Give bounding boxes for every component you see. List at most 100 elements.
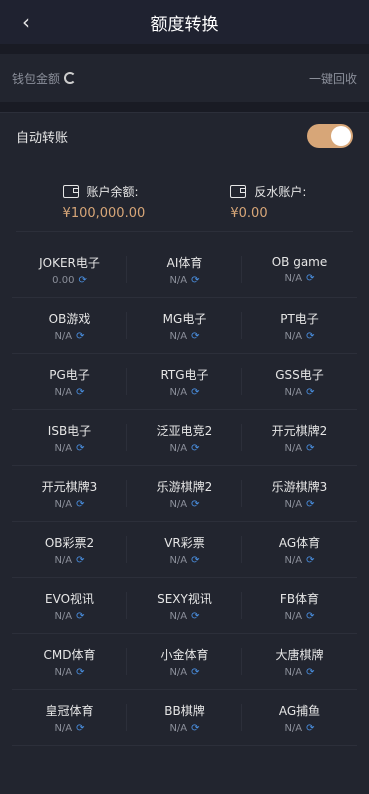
game-row: 皇冠体育 N/A ⟳ BB棋牌 N/A ⟳ AG捕鱼 N/A ⟳ — [12, 690, 357, 746]
sync-icon[interactable]: ⟳ — [76, 555, 84, 566]
game-balance: N/A ⟳ — [169, 555, 199, 566]
sync-icon[interactable]: ⟳ — [306, 611, 314, 622]
game-name: VR彩票 — [164, 535, 205, 550]
game-row: CMD体育 N/A ⟳ 小金体育 N/A ⟳ 大唐棋牌 N/A ⟳ — [12, 634, 357, 690]
sync-icon[interactable]: ⟳ — [78, 275, 86, 286]
game-balance: N/A ⟳ — [54, 667, 84, 678]
game-cell[interactable]: RTG电子 N/A ⟳ — [127, 354, 242, 409]
game-name: MG电子 — [162, 311, 207, 326]
auto-transfer-toggle[interactable] — [307, 124, 353, 148]
sync-icon[interactable]: ⟳ — [191, 331, 199, 342]
game-balance-value: N/A — [284, 722, 303, 734]
game-name: 皇冠体育 — [45, 703, 94, 718]
game-cell[interactable]: 开元棋牌3 N/A ⟳ — [12, 466, 127, 521]
game-cell[interactable]: ISB电子 N/A ⟳ — [12, 410, 127, 465]
game-balance: N/A ⟳ — [169, 275, 199, 286]
game-balance: N/A ⟳ — [54, 555, 84, 566]
game-balance-value: N/A — [54, 722, 73, 734]
game-balance-value: N/A — [169, 442, 188, 454]
game-balance-value: N/A — [284, 498, 303, 510]
game-balance: N/A ⟳ — [54, 723, 84, 734]
sync-icon[interactable]: ⟳ — [191, 275, 199, 286]
game-balance-value: N/A — [169, 386, 188, 398]
sync-icon[interactable]: ⟳ — [76, 667, 84, 678]
game-balance: N/A ⟳ — [54, 387, 84, 398]
wallet-row: 钱包金额 一键回收 — [0, 54, 369, 102]
sync-icon[interactable]: ⟳ — [306, 667, 314, 678]
sync-icon[interactable]: ⟳ — [76, 443, 84, 454]
game-balance: N/A ⟳ — [54, 499, 84, 510]
game-cell[interactable]: 皇冠体育 N/A ⟳ — [12, 690, 127, 745]
game-name: AG捕鱼 — [278, 703, 321, 718]
game-cell[interactable]: 乐游棋牌2 N/A ⟳ — [127, 466, 242, 521]
sync-icon[interactable]: ⟳ — [76, 723, 84, 734]
sync-icon[interactable]: ⟳ — [191, 555, 199, 566]
game-cell[interactable]: FB体育 N/A ⟳ — [242, 578, 357, 633]
game-name: SEXY视讯 — [157, 591, 212, 606]
game-cell[interactable]: MG电子 N/A ⟳ — [127, 298, 242, 353]
game-cell[interactable]: 开元棋牌2 N/A ⟳ — [242, 410, 357, 465]
wallet-icon — [230, 185, 247, 198]
game-grid: JOKER电子 0.00 ⟳ AI体育 N/A ⟳ OB game N/A ⟳ OB游戏 N/A ⟳ M… — [12, 242, 357, 746]
sync-icon[interactable]: ⟳ — [306, 499, 314, 510]
game-name: 泛亚电竞2 — [156, 423, 213, 438]
game-balance-value: N/A — [54, 498, 73, 510]
sync-icon[interactable]: ⟳ — [76, 387, 84, 398]
sync-icon[interactable]: ⟳ — [76, 499, 84, 510]
game-cell[interactable]: BB棋牌 N/A ⟳ — [127, 690, 242, 745]
game-balance-value: N/A — [284, 330, 303, 342]
game-balance-value: N/A — [54, 610, 73, 622]
rebate-balance-label: 反水账户: — [254, 185, 307, 199]
game-cell[interactable]: 乐游棋牌3 N/A ⟳ — [242, 466, 357, 521]
game-balance-value: N/A — [169, 554, 188, 566]
game-name: 开元棋牌2 — [271, 423, 328, 438]
game-cell[interactable]: VR彩票 N/A ⟳ — [127, 522, 242, 577]
game-cell[interactable]: 大唐棋牌 N/A ⟳ — [242, 634, 357, 689]
game-cell[interactable]: PG电子 N/A ⟳ — [12, 354, 127, 409]
refresh-icon[interactable] — [64, 72, 77, 84]
wallet-icon — [62, 185, 79, 198]
game-name: ISB电子 — [47, 423, 92, 438]
game-cell[interactable]: OB game N/A ⟳ — [242, 242, 357, 297]
game-balance: N/A ⟳ — [169, 443, 199, 454]
game-cell[interactable]: AG体育 N/A ⟳ — [242, 522, 357, 577]
sync-icon[interactable]: ⟳ — [191, 667, 199, 678]
sync-icon[interactable]: ⟳ — [306, 443, 314, 454]
game-row: PG电子 N/A ⟳ RTG电子 N/A ⟳ GSS电子 N/A ⟳ — [12, 354, 357, 410]
game-balance: N/A ⟳ — [169, 331, 199, 342]
sync-icon[interactable]: ⟳ — [191, 611, 199, 622]
sync-icon[interactable]: ⟳ — [306, 387, 314, 398]
game-cell[interactable]: OB游戏 N/A ⟳ — [12, 298, 127, 353]
game-row: OB彩票2 N/A ⟳ VR彩票 N/A ⟳ AG体育 N/A ⟳ — [12, 522, 357, 578]
game-cell[interactable]: AI体育 N/A ⟳ — [127, 242, 242, 297]
sync-icon[interactable]: ⟳ — [191, 443, 199, 454]
sync-icon[interactable]: ⟳ — [306, 331, 314, 342]
game-cell[interactable]: JOKER电子 0.00 ⟳ — [12, 242, 127, 297]
sync-icon[interactable]: ⟳ — [306, 723, 314, 734]
game-cell[interactable]: CMD体育 N/A ⟳ — [12, 634, 127, 689]
account-balance-amount: ¥100,000.00 — [62, 206, 146, 221]
game-cell[interactable]: GSS电子 N/A ⟳ — [242, 354, 357, 409]
game-cell[interactable]: EVO视讯 N/A ⟳ — [12, 578, 127, 633]
page-title: 额度转换 — [150, 15, 219, 35]
game-name: AI体育 — [166, 255, 203, 270]
game-cell[interactable]: OB彩票2 N/A ⟳ — [12, 522, 127, 577]
sync-icon[interactable]: ⟳ — [306, 555, 314, 566]
game-cell[interactable]: 泛亚电竞2 N/A ⟳ — [127, 410, 242, 465]
game-cell[interactable]: SEXY视讯 N/A ⟳ — [127, 578, 242, 633]
sync-icon[interactable]: ⟳ — [191, 723, 199, 734]
sync-icon[interactable]: ⟳ — [191, 499, 199, 510]
game-cell[interactable]: PT电子 N/A ⟳ — [242, 298, 357, 353]
sync-icon[interactable]: ⟳ — [76, 611, 84, 622]
sync-icon[interactable]: ⟳ — [76, 331, 84, 342]
game-cell[interactable]: AG捕鱼 N/A ⟳ — [242, 690, 357, 745]
game-name: PT电子 — [280, 311, 319, 326]
one-click-recycle-button[interactable]: 一键回收 — [309, 70, 357, 87]
game-name: GSS电子 — [275, 367, 324, 382]
game-cell[interactable]: 小金体育 N/A ⟳ — [127, 634, 242, 689]
game-balance-value: N/A — [54, 666, 73, 678]
sync-icon[interactable]: ⟳ — [191, 387, 199, 398]
game-balance-value: 0.00 — [52, 274, 75, 286]
sync-icon[interactable]: ⟳ — [306, 273, 314, 284]
game-balance-value: N/A — [284, 666, 303, 678]
